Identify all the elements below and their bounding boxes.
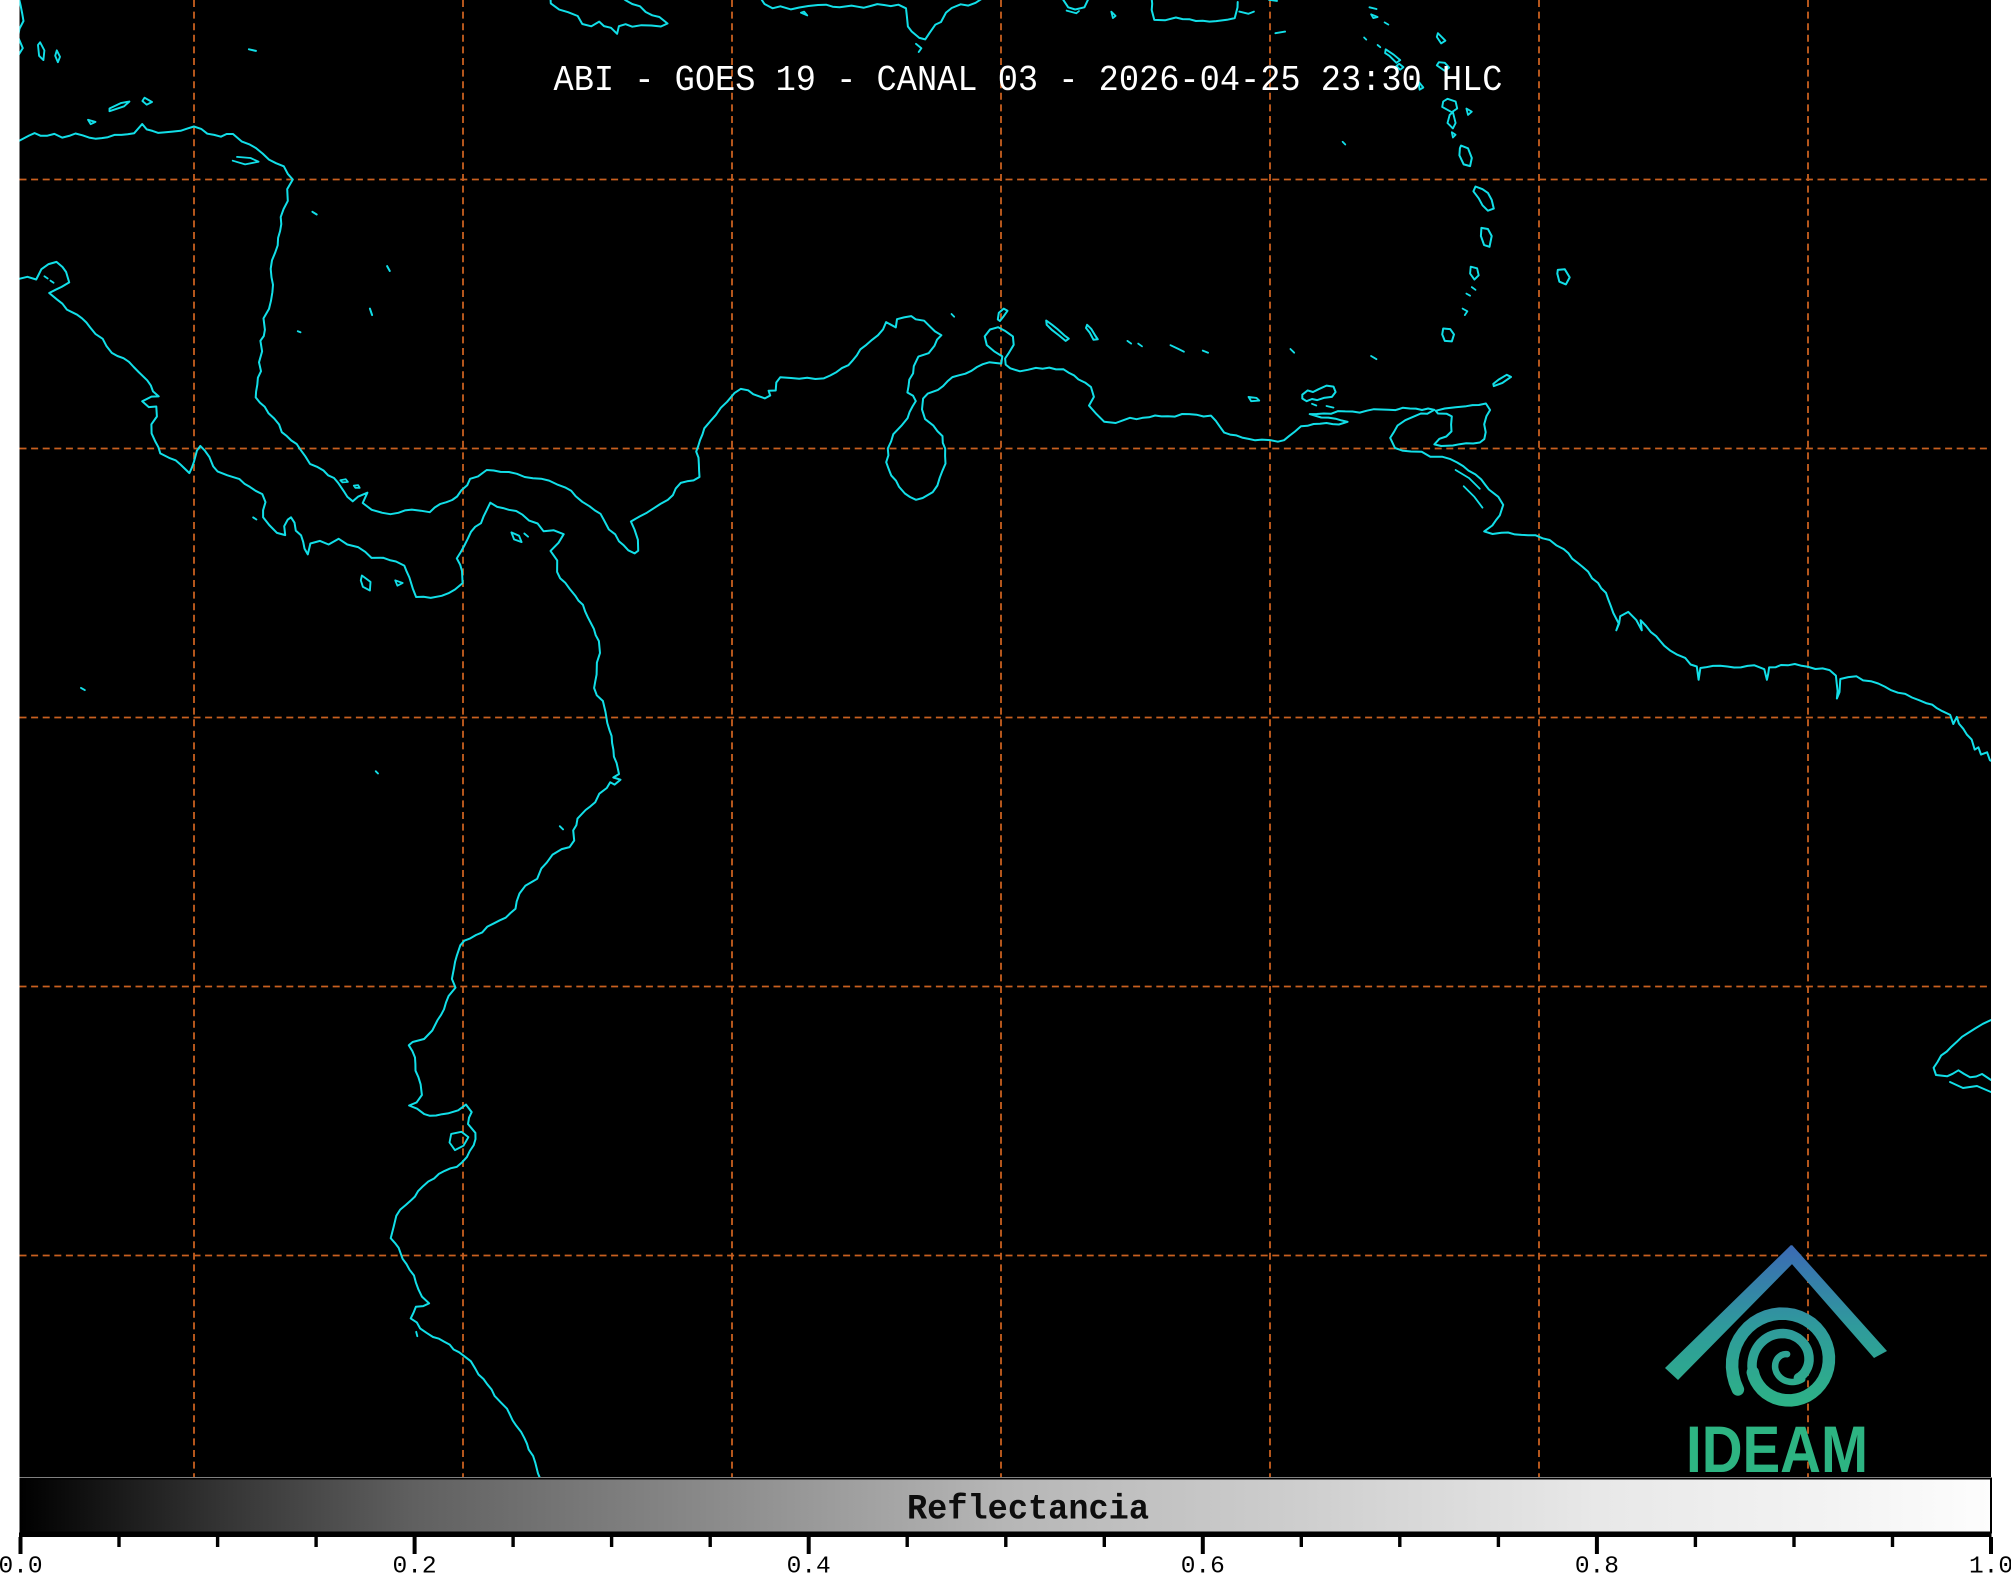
svg-text:0.2: 0.2 <box>393 1554 437 1577</box>
svg-text:0.8: 0.8 <box>1575 1554 1619 1577</box>
svg-text:0.6: 0.6 <box>1181 1554 1225 1577</box>
svg-text:0.4: 0.4 <box>787 1554 831 1577</box>
svg-text:ABI - GOES 19 - CANAL 03 - 202: ABI - GOES 19 - CANAL 03 - 2026-04-25 23… <box>554 60 1503 101</box>
svg-text:0.0: 0.0 <box>0 1554 43 1577</box>
svg-text:Reflectancia: Reflectancia <box>907 1490 1149 1530</box>
svg-text:IDEAM: IDEAM <box>1686 1412 1868 1486</box>
svg-text:1.0: 1.0 <box>1969 1554 2011 1577</box>
